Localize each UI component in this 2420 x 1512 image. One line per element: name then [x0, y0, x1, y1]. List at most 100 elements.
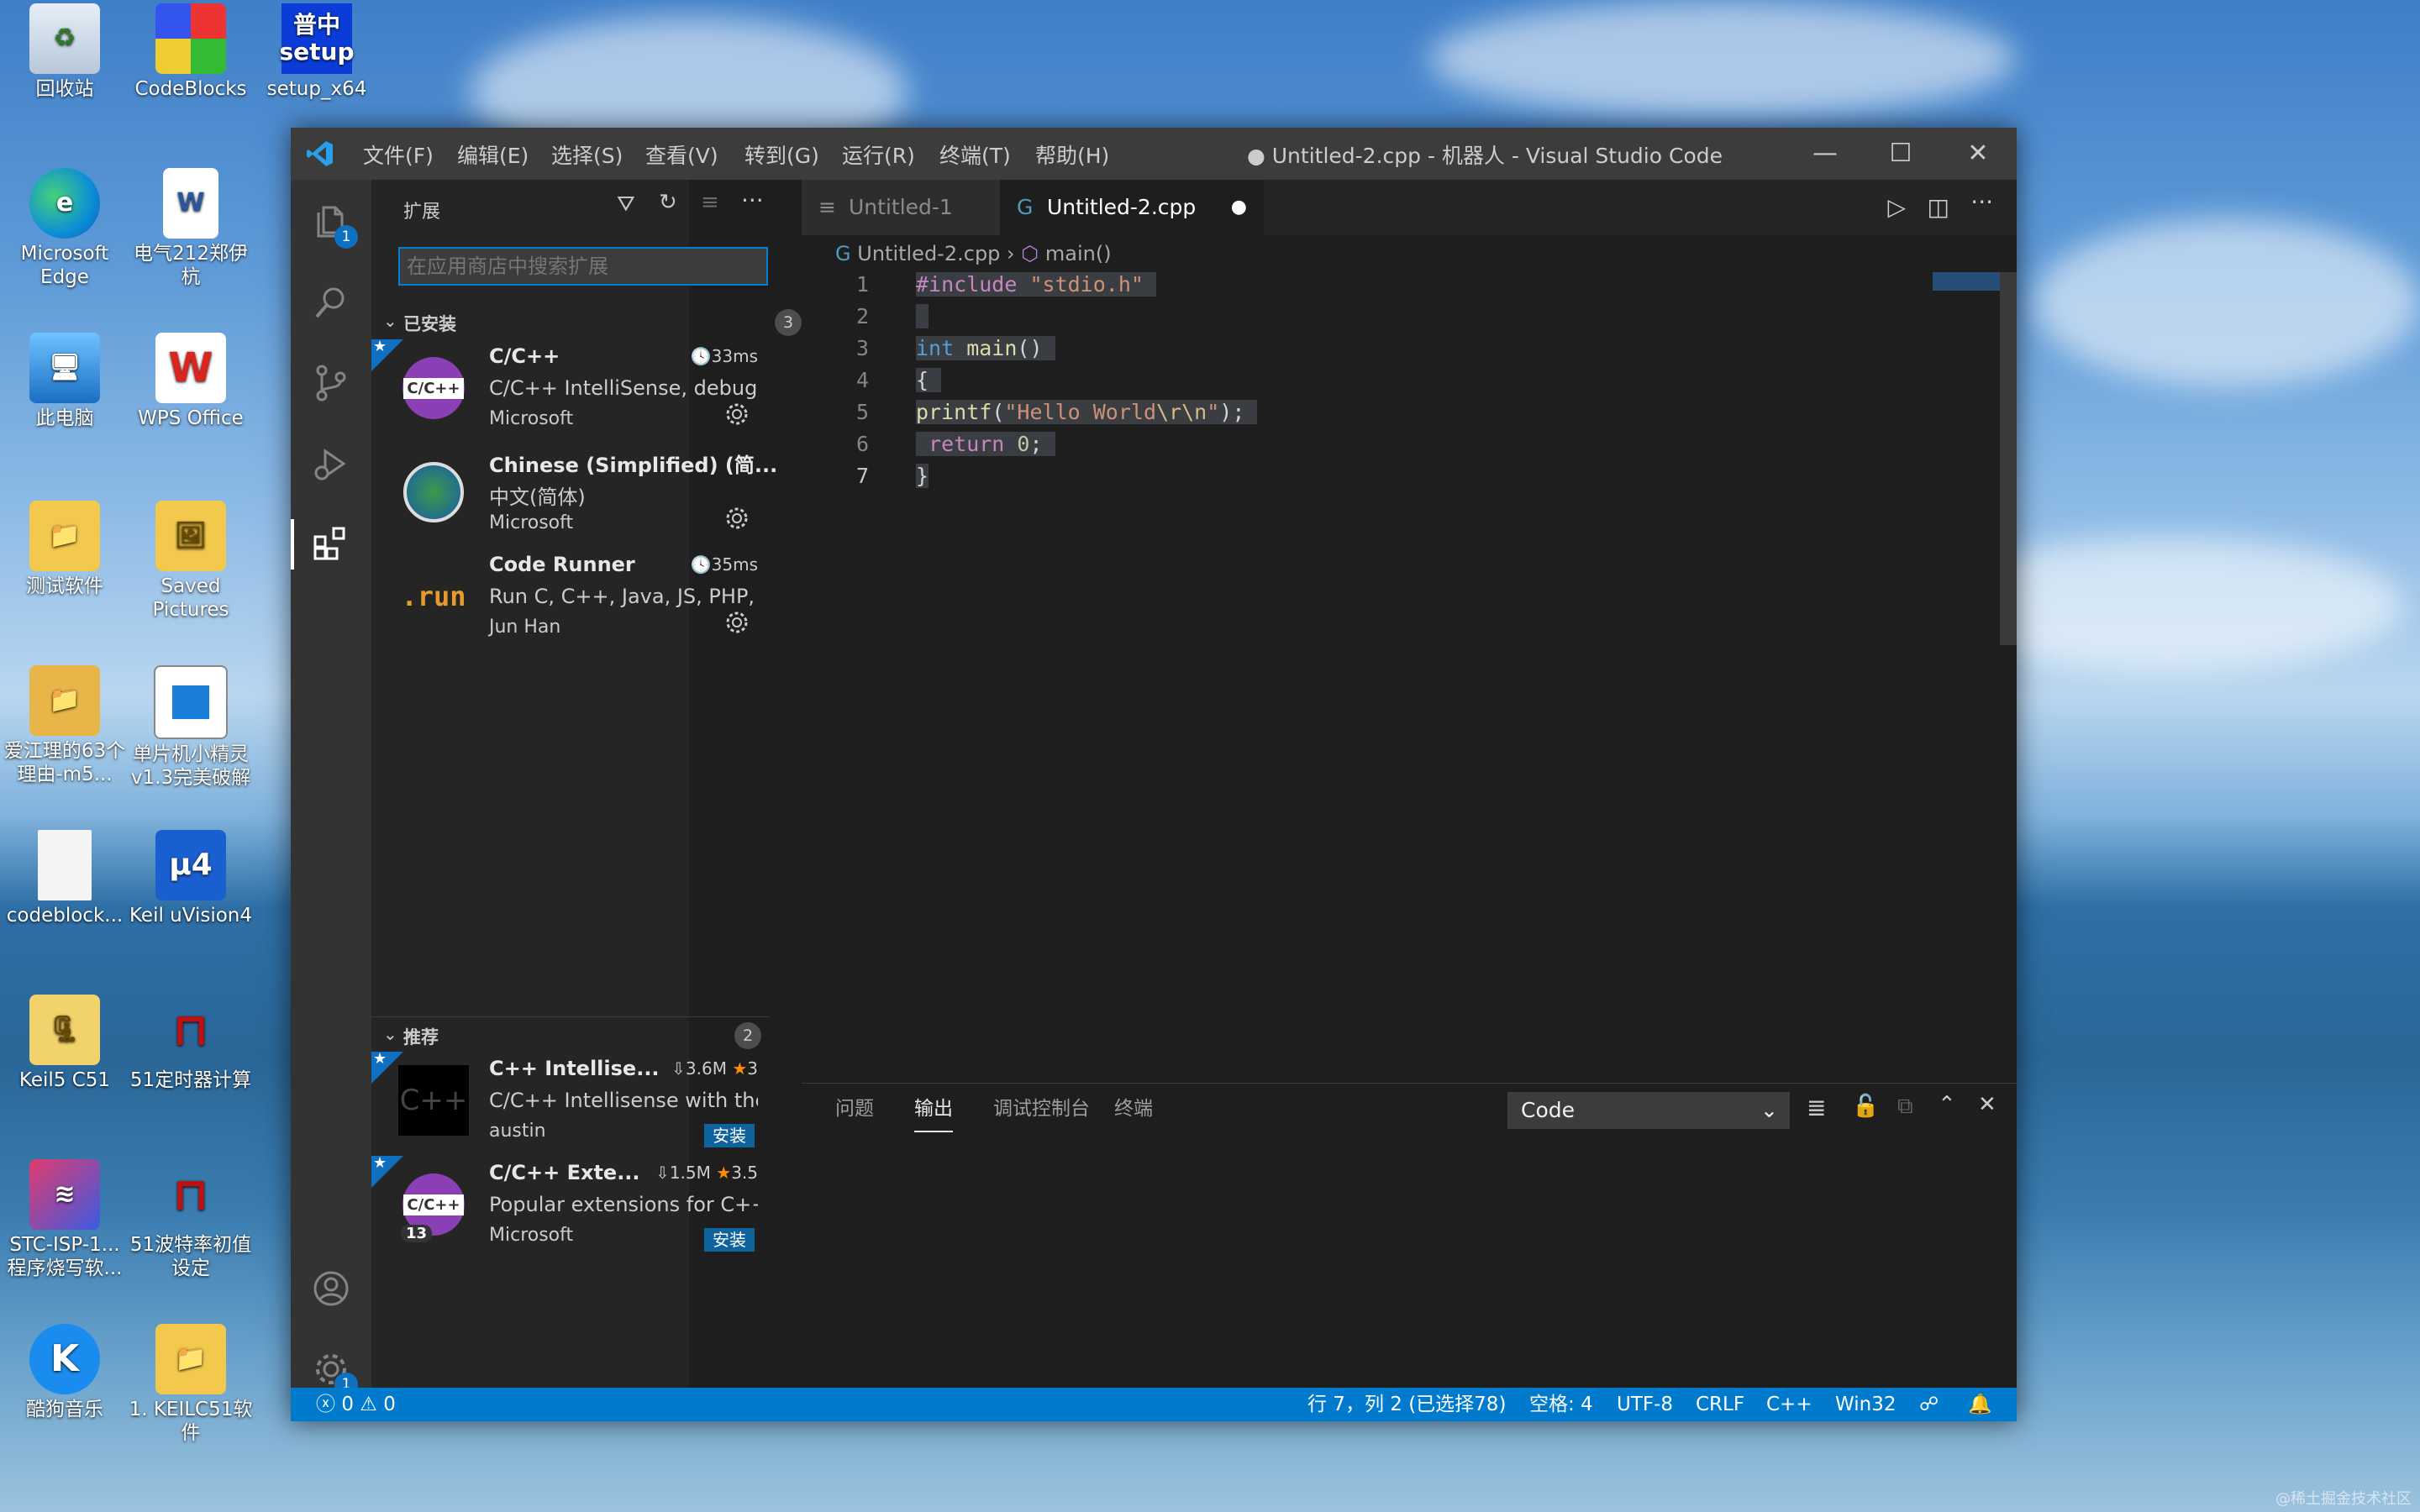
- desktop-icon-mcu-wizard[interactable]: 单片机小精灵v1.3完美破解: [128, 665, 254, 790]
- extension-name: Chinese (Simplified) (简...: [489, 454, 778, 477]
- feedback-icon[interactable]: ☍: [1919, 1388, 1939, 1421]
- eol-status[interactable]: CRLF: [1696, 1388, 1744, 1421]
- error-icon: ⓧ: [316, 1394, 335, 1415]
- clear-output-icon[interactable]: ≣: [1807, 1094, 1826, 1121]
- desktop-icon-saved-pictures[interactable]: 🖼 Saved Pictures: [128, 501, 254, 622]
- line-number: 4: [855, 368, 869, 392]
- panel-tab-output[interactable]: 输出: [914, 1084, 953, 1132]
- desktop-icon-codeblocks[interactable]: CodeBlocks: [128, 3, 254, 101]
- menu-view[interactable]: 查看(V): [645, 139, 718, 170]
- run-debug-button[interactable]: [306, 438, 356, 489]
- maximize-panel-icon[interactable]: ⌃: [1938, 1092, 1956, 1117]
- extension-item-code-runner[interactable]: .run Code Runner Run C, C++, Java, JS, P…: [371, 548, 770, 652]
- desktop-icon-recycle-bin[interactable]: ♻ 回收站: [2, 3, 128, 101]
- accounts-button[interactable]: [306, 1263, 356, 1314]
- breadcrumb-file[interactable]: Untitled-2.cpp: [857, 242, 1000, 265]
- line-number: 2: [855, 304, 869, 328]
- source-control-button[interactable]: [306, 358, 356, 408]
- encoding-status[interactable]: UTF-8: [1617, 1388, 1673, 1421]
- menu-file[interactable]: 文件(F): [363, 139, 434, 170]
- menu-help[interactable]: 帮助(H): [1035, 139, 1109, 170]
- code-line: int main(): [916, 336, 1055, 360]
- close-panel-icon[interactable]: ✕: [1978, 1092, 1996, 1117]
- desktop-icon-baud-rate[interactable]: ⊓ 51波特率初值设定: [128, 1159, 254, 1280]
- menu-run[interactable]: 运行(R): [842, 139, 915, 170]
- minimap[interactable]: [1933, 272, 2000, 291]
- desktop-icon-keil-uvision4[interactable]: μ4 Keil uVision4: [128, 830, 254, 927]
- scrollbar[interactable]: [2000, 272, 2017, 645]
- breadcrumb-symbol[interactable]: main(): [1045, 242, 1112, 265]
- maximize-button[interactable]: ☐: [1876, 134, 1926, 173]
- bell-icon[interactable]: 🔔: [1968, 1388, 1992, 1421]
- keil-icon: μ4: [155, 830, 226, 900]
- refresh-icon[interactable]: ↻: [659, 190, 677, 215]
- setup-icon: 普中 setup: [279, 3, 355, 74]
- output-channel-select[interactable]: Code ⌄: [1507, 1092, 1790, 1129]
- download-icon: ⇩: [671, 1058, 686, 1079]
- manage-button[interactable]: 1: [306, 1344, 358, 1396]
- desktop-icon-timer-calc[interactable]: ⊓ 51定时器计算: [128, 995, 254, 1092]
- desktop-icon-label: 51波特率初值设定: [129, 1234, 252, 1279]
- desktop-icon-kugou[interactable]: K 酷狗音乐: [2, 1324, 128, 1421]
- install-button[interactable]: 安装: [704, 1228, 755, 1252]
- panel-tab-debug-console[interactable]: 调试控制台: [993, 1084, 1090, 1134]
- cube-icon: ⬡: [1021, 242, 1039, 265]
- more-actions-icon[interactable]: ···: [1970, 188, 1993, 216]
- panel-tab-terminal[interactable]: 终端: [1114, 1084, 1153, 1134]
- desktop-icon-this-pc[interactable]: 🖥 此电脑: [2, 333, 128, 430]
- filter-icon[interactable]: ⛛: [617, 192, 635, 218]
- panel-tab-problems[interactable]: 问题: [835, 1084, 874, 1134]
- desktop-icon-wps[interactable]: W WPS Office: [128, 333, 254, 430]
- indentation-status[interactable]: 空格: 4: [1529, 1388, 1593, 1421]
- clock-icon: 🕓: [690, 554, 712, 575]
- menu-terminal[interactable]: 终端(T): [939, 139, 1011, 170]
- cursor-position[interactable]: 行 7，列 2 (已选择78): [1307, 1388, 1506, 1421]
- desktop-icon-label: Saved Pictures: [152, 575, 229, 621]
- problems-status[interactable]: ⓧ 0 ⚠ 0: [316, 1388, 396, 1421]
- installed-section-header[interactable]: ⌄ 已安装 3: [371, 304, 802, 338]
- desktop-icon-keilc51-folder[interactable]: 📁 1. KEILC51软件: [128, 1324, 254, 1445]
- install-button[interactable]: 安装: [704, 1124, 755, 1147]
- extension-item-chinese[interactable]: Chinese (Simplified) (简... 中文(简体) Micros…: [371, 444, 777, 548]
- language-status[interactable]: C++: [1766, 1388, 1812, 1421]
- explorer-button[interactable]: 1: [306, 197, 358, 249]
- desktop-icon-codeblock-file[interactable]: codeblock...: [2, 830, 128, 927]
- split-editor-icon[interactable]: ◫: [1928, 193, 1949, 221]
- text-file-icon: ≡: [818, 195, 836, 219]
- extension-item-cpp[interactable]: ★ C/C++ C/C++ C/C++ IntelliSense, debugg…: [371, 338, 770, 444]
- copy-icon[interactable]: ⧉: [1897, 1094, 1913, 1120]
- manage-gear-icon[interactable]: [724, 610, 750, 638]
- lock-icon[interactable]: 🔓: [1852, 1094, 1879, 1119]
- minimize-button[interactable]: —: [1800, 134, 1850, 173]
- desktop-icon-stc-isp[interactable]: ≋ STC-ISP-1...程序烧写软...: [2, 1159, 128, 1280]
- extension-search-input[interactable]: [398, 247, 768, 286]
- tab-untitled-2-cpp[interactable]: G Untitled-2.cpp ●: [1000, 180, 1264, 235]
- run-file-icon[interactable]: ▷: [1887, 193, 1906, 221]
- desktop-icon-keil5[interactable]: 🗜 Keil5 C51: [2, 995, 128, 1092]
- menu-edit[interactable]: 编辑(E): [457, 139, 529, 170]
- desktop-icon-word-doc[interactable]: W 电气212郑伊杭: [128, 168, 254, 289]
- manage-gear-icon[interactable]: [724, 402, 750, 430]
- extensions-button[interactable]: [291, 519, 356, 570]
- extension-item-cpp-intellisense[interactable]: ★ C++ C++ Intellise... C/C++ Intellisens…: [371, 1050, 770, 1156]
- desktop-icon-setup[interactable]: 普中 setup setup_x64: [254, 3, 380, 101]
- chevron-right-icon: ›: [1007, 242, 1022, 265]
- search-button[interactable]: [306, 277, 356, 328]
- menu-go[interactable]: 转到(G): [744, 139, 819, 170]
- close-button[interactable]: ✕: [1953, 134, 2003, 173]
- extension-description: Popular extensions for C++ ...: [489, 1193, 758, 1216]
- manage-gear-icon[interactable]: [724, 506, 750, 534]
- clear-icon[interactable]: ≡: [701, 190, 719, 215]
- desktop-icon-label: CodeBlocks: [134, 78, 247, 100]
- platform-status[interactable]: Win32: [1835, 1388, 1896, 1421]
- desktop-icon-test-software[interactable]: 📁 测试软件: [2, 501, 128, 598]
- tab-untitled-1[interactable]: ≡ Untitled-1: [802, 180, 1028, 235]
- more-actions-icon[interactable]: ···: [741, 186, 764, 214]
- unsaved-dot-icon[interactable]: ●: [1231, 180, 1247, 235]
- desktop-icon-folder-63[interactable]: 📁 爱江理的63个理由-m5...: [2, 665, 128, 786]
- tool-icon: ⊓: [172, 1003, 209, 1056]
- desktop-icon-edge[interactable]: e Microsoft Edge: [2, 168, 128, 289]
- menu-selection[interactable]: 选择(S): [551, 139, 623, 170]
- extension-item-cpp-extension-pack[interactable]: ★ C/C++ 13 C/C++ Exte... Popular extensio…: [371, 1154, 770, 1260]
- recommended-section-header[interactable]: ⌄ 推荐 2: [371, 1016, 770, 1051]
